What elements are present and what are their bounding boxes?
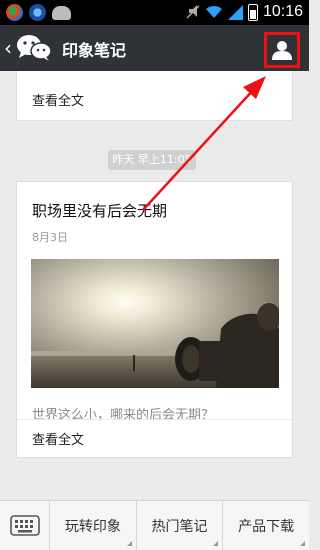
keyboard-icon [9,515,40,536]
back-chevron-icon: ‹ [4,36,12,60]
menu-item-hot-notes[interactable]: 热门笔记 [137,501,224,550]
system-icons: 10:16 [186,3,303,21]
wechat-logo-icon [17,35,52,61]
article-date: 8月3日 [32,231,68,244]
card-divider [17,419,292,420]
article-title[interactable]: 职场里没有后会无期 [32,200,167,221]
back-button[interactable]: ‹ [4,25,52,71]
page-title: 印象笔记 [62,41,127,60]
notification-icons [6,4,71,21]
status-bar: 10:16 [0,0,309,25]
article-cover-image[interactable] [31,259,279,388]
read-more-link[interactable]: 查看全文 [32,90,84,109]
wifi-icon [205,5,222,18]
article-card[interactable]: 职场里没有后会无期 8月3日 世界这么小，哪来的后会无期？ 查看全文 [16,181,293,458]
message-timestamp: 昨天 早上11:05 [108,150,196,170]
app-notification-icon [6,4,23,21]
bottom-menu-bar: 玩转印象 热门笔记 产品下载 [0,500,309,550]
previous-article-card[interactable]: 查看全文 [16,71,293,121]
menu-item-play[interactable]: 玩转印象 [50,501,137,550]
android-icon [52,6,71,20]
menu-item-download[interactable]: 产品下载 [223,501,309,550]
title-bar: ‹ 印象笔记 [0,25,309,71]
person-icon [272,41,292,60]
battery-icon [247,3,258,21]
mute-icon [186,5,200,19]
signal-icon [227,4,243,20]
article-digest: 世界这么小，哪来的后会无期？ [32,408,215,423]
keyboard-toggle-button[interactable] [0,501,50,550]
browser-notification-icon [29,4,46,21]
read-more-link[interactable]: 查看全文 [32,429,84,448]
profile-button[interactable] [264,32,300,68]
clock: 10:16 [262,3,303,20]
